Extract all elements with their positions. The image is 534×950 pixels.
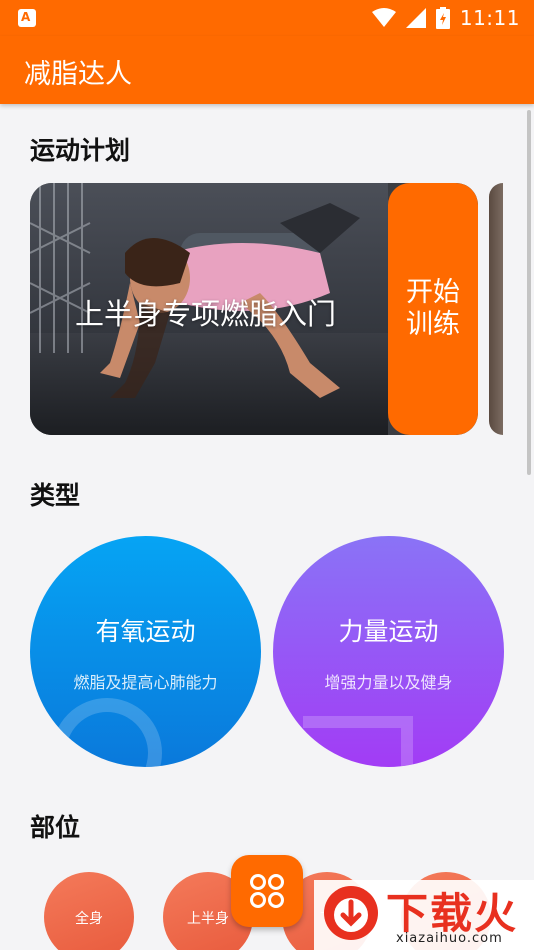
body-part-full[interactable]: 全身 bbox=[44, 872, 134, 950]
plan-title: 上半身专项燃脂入门 bbox=[75, 297, 337, 331]
grid-menu-icon bbox=[250, 874, 284, 908]
section-title-body-parts: 部位 bbox=[30, 813, 81, 842]
start-training-label: 开始训练 bbox=[406, 277, 460, 340]
watermark-logo-icon bbox=[324, 886, 378, 940]
type-strength-name: 力量运动 bbox=[338, 617, 439, 646]
status-time: 11:11 bbox=[459, 6, 520, 30]
body-part-full-label: 全身 bbox=[75, 911, 103, 927]
section-title-type: 类型 bbox=[30, 481, 81, 510]
type-aerobic[interactable]: 有氧运动 燃脂及提高心肺能力 bbox=[30, 536, 261, 767]
decorative-arc bbox=[52, 698, 162, 767]
plan-card[interactable]: 上半身专项燃脂入门 开始训练 bbox=[30, 183, 478, 435]
watermark: 下载火 xiazaihuo.com bbox=[314, 880, 534, 950]
type-aerobic-desc: 燃脂及提高心肺能力 bbox=[73, 673, 218, 692]
app-bar: 减脂达人 bbox=[0, 36, 534, 104]
notification-icon: A bbox=[18, 9, 36, 27]
watermark-url: xiazaihuo.com bbox=[396, 931, 503, 946]
start-training-button[interactable]: 开始训练 bbox=[388, 183, 478, 435]
app-title: 减脂达人 bbox=[24, 59, 132, 90]
scrollbar[interactable] bbox=[527, 110, 531, 475]
wifi-icon bbox=[371, 8, 396, 27]
plan-card-next[interactable] bbox=[489, 183, 509, 435]
section-title-plan: 运动计划 bbox=[30, 136, 131, 165]
status-bar: A 11:11 bbox=[0, 0, 534, 36]
type-strength-desc: 增强力量以及健身 bbox=[324, 673, 453, 692]
menu-fab-button[interactable] bbox=[231, 855, 303, 927]
decorative-frame bbox=[303, 716, 413, 767]
type-aerobic-name: 有氧运动 bbox=[95, 617, 196, 646]
signal-icon bbox=[405, 8, 426, 28]
battery-icon bbox=[435, 7, 450, 29]
type-strength[interactable]: 力量运动 增强力量以及健身 bbox=[273, 536, 504, 767]
